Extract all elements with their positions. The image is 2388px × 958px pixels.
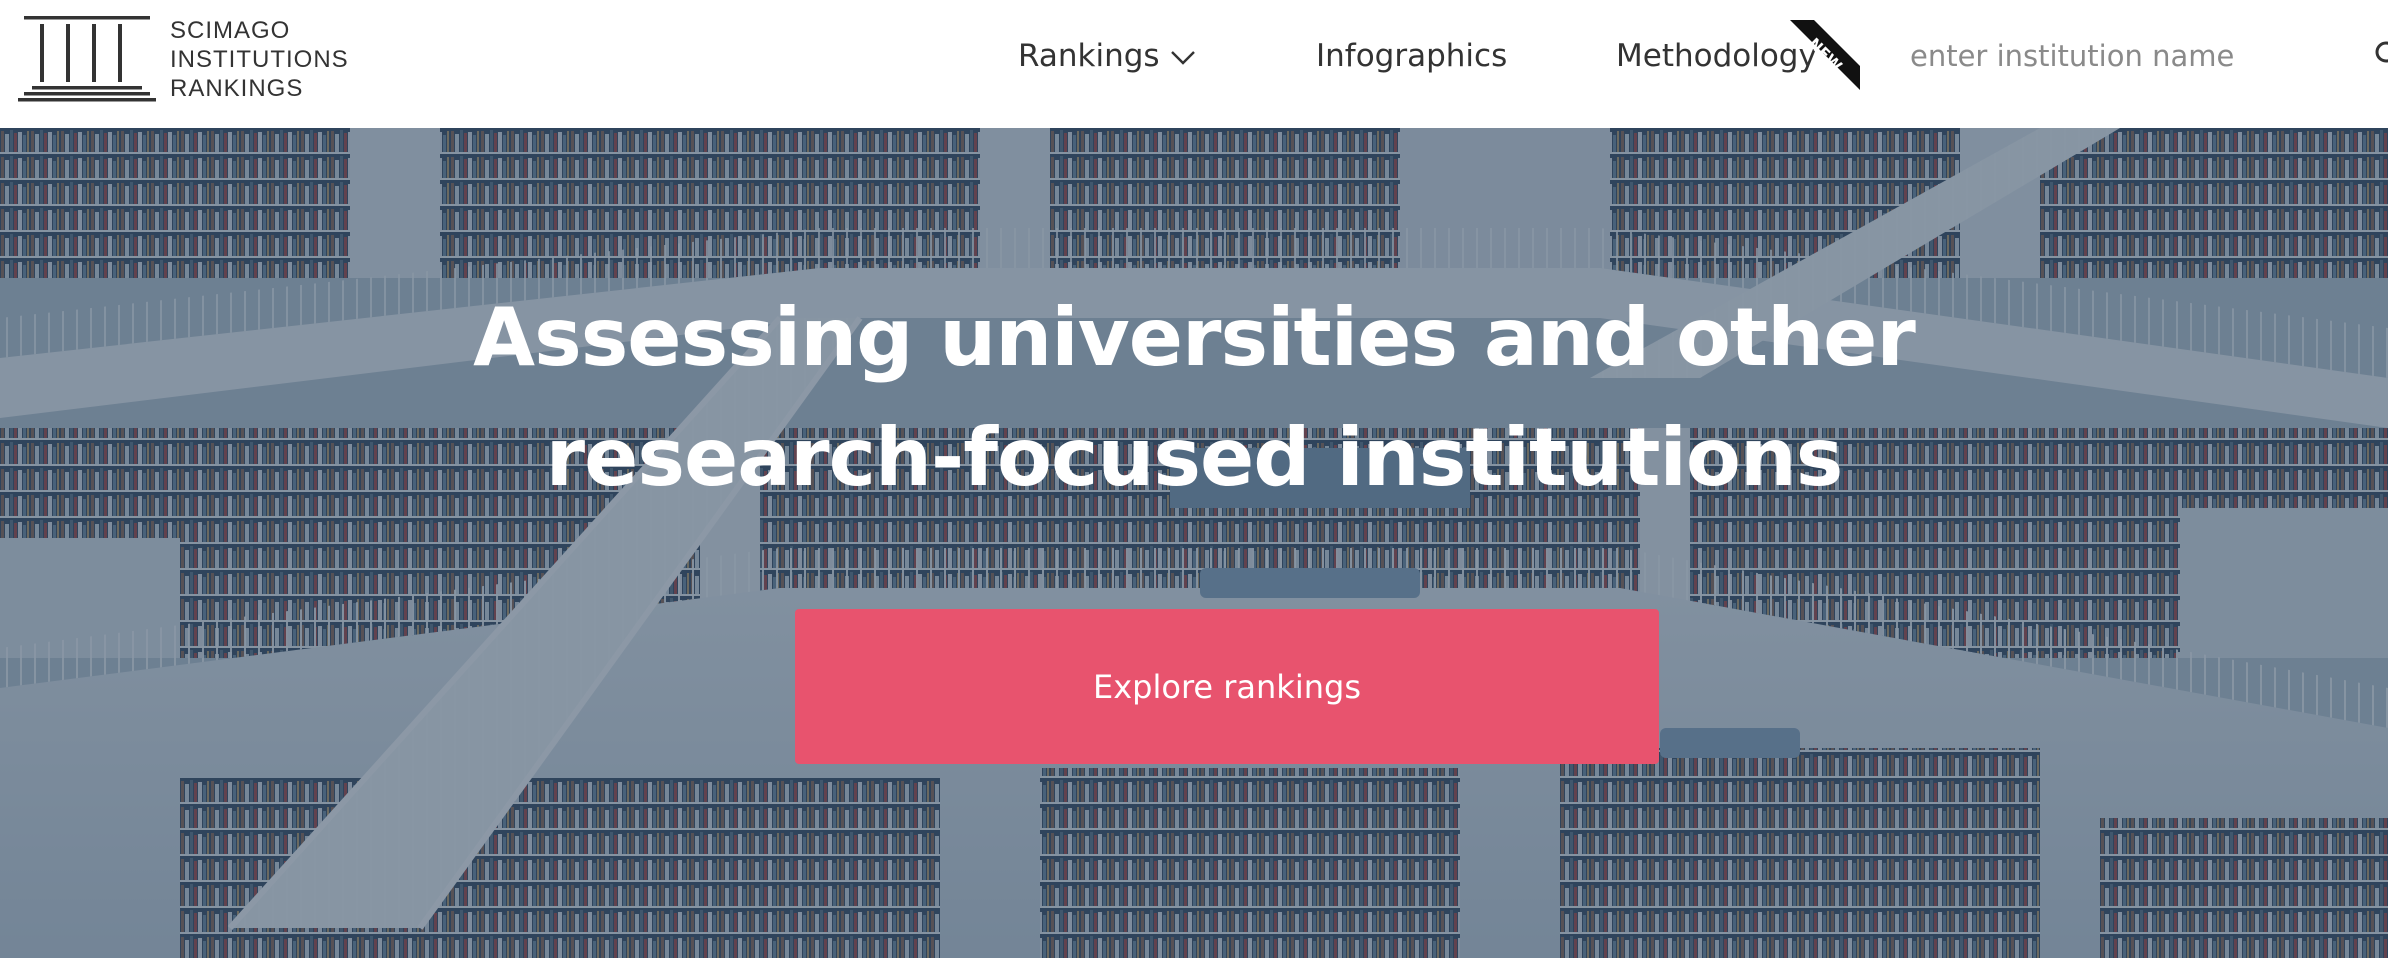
brand-name-line: RANKINGS xyxy=(170,75,304,102)
hero-title-line: research-focused institutions xyxy=(545,411,1844,504)
brand-name-line: SCIMAGO xyxy=(170,17,291,44)
brand-name-line: INSTITUTIONS xyxy=(170,46,349,73)
institution-search-input[interactable] xyxy=(1910,34,2350,78)
nav-rankings-dropdown[interactable]: Rankings xyxy=(1018,34,1196,78)
hero-overlay xyxy=(0,128,2388,958)
nav-infographics-link[interactable]: Infographics xyxy=(1316,34,1507,78)
explore-rankings-button[interactable]: Explore rankings xyxy=(795,609,1659,764)
chevron-down-icon xyxy=(1170,50,1195,65)
nav-methodology-link[interactable]: Methodology xyxy=(1616,34,1817,78)
search-icon[interactable] xyxy=(2374,38,2388,70)
brand-name: SCIMAGO INSTITUTIONS RANKINGS xyxy=(170,16,349,103)
hero-section: Assessing universities and other researc… xyxy=(0,128,2388,958)
columns-logo-icon xyxy=(18,16,156,102)
site-header: SCIMAGO INSTITUTIONS RANKINGS Rankings I… xyxy=(0,0,2388,128)
site-logo[interactable]: SCIMAGO INSTITUTIONS RANKINGS xyxy=(18,16,358,102)
hero-title-line: Assessing universities and other xyxy=(473,291,1916,384)
nav-rankings-label: Rankings xyxy=(1018,38,1160,74)
new-badge: NEW xyxy=(1790,20,1860,90)
hero-title: Assessing universities and other researc… xyxy=(394,278,1994,518)
